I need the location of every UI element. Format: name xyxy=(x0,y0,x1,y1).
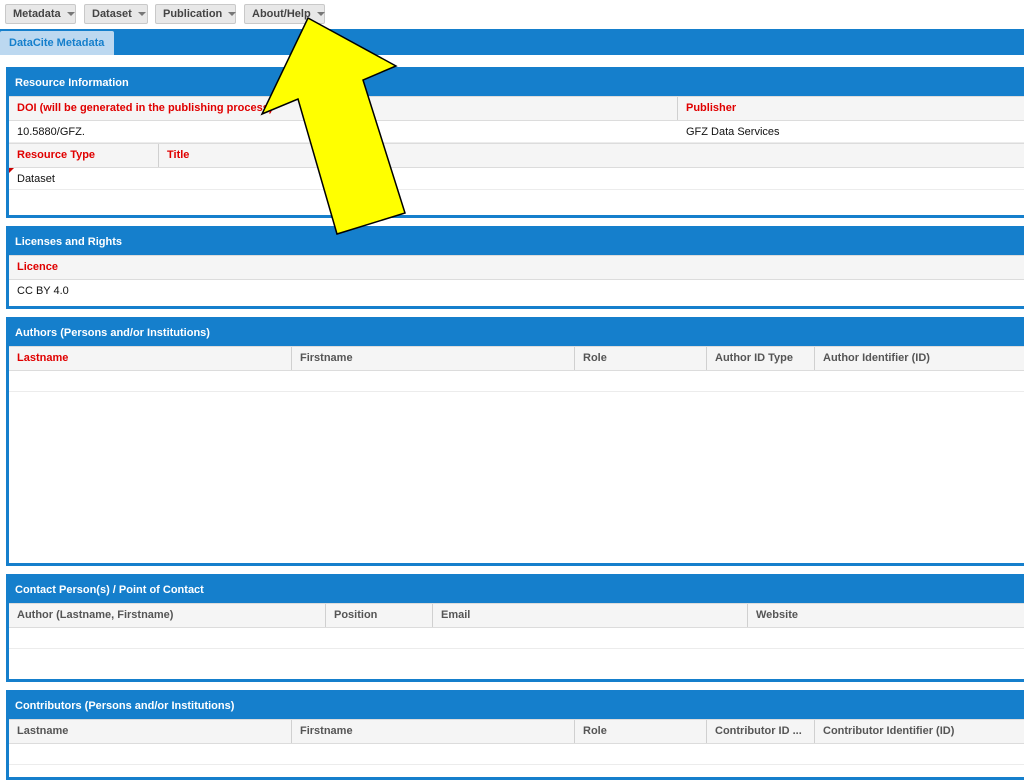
doi-cell[interactable]: 10.5880/GFZ. xyxy=(9,121,85,143)
tab-datacite-metadata[interactable]: DataCite Metadata xyxy=(0,31,114,55)
publication-menu-label: Publication xyxy=(163,8,223,20)
publication-menu-button[interactable]: Publication xyxy=(155,4,237,24)
column-header-email[interactable]: Email xyxy=(433,604,748,627)
column-header-author-identifier[interactable]: Author Identifier (ID) xyxy=(815,347,1024,370)
column-header-lastname[interactable]: Lastname xyxy=(9,347,292,370)
chevron-down-icon xyxy=(316,12,325,17)
contributors-panel: Contributors (Persons and/or Institution… xyxy=(6,690,1024,780)
column-header-firstname[interactable]: Firstname xyxy=(292,347,575,370)
column-header-contributor-identifier[interactable]: Contributor Identifier (ID) xyxy=(815,720,1024,743)
resource-information-panel: Resource Information DOI (will be genera… xyxy=(6,67,1024,218)
grid-header-row: Author (Lastname, Firstname) Position Em… xyxy=(9,603,1024,628)
table-row[interactable]: Dataset xyxy=(9,168,1024,190)
grid-header-row: Lastname Firstname Role Author ID Type A… xyxy=(9,346,1024,371)
table-row[interactable] xyxy=(9,744,1024,765)
licenses-rights-panel: Licenses and Rights Licence CC BY 4.0 xyxy=(6,226,1024,309)
column-header-lastname[interactable]: Lastname xyxy=(9,720,292,743)
column-header-contributor-id-type[interactable]: Contributor ID ... xyxy=(707,720,815,743)
column-header-position[interactable]: Position xyxy=(326,604,433,627)
resource-type-cell[interactable]: Dataset xyxy=(9,168,55,190)
grid-header-row: Lastname Firstname Role Contributor ID .… xyxy=(9,719,1024,744)
column-header-publisher[interactable]: Publisher xyxy=(678,97,1024,120)
table-row[interactable]: 10.5880/GFZ. GFZ Data Services xyxy=(9,121,1024,143)
tab-divider xyxy=(0,55,1024,58)
publisher-cell[interactable]: GFZ Data Services xyxy=(678,121,780,143)
grid-header-row: DOI (will be generated in the publishing… xyxy=(9,96,1024,121)
metadata-menu-button[interactable]: Metadata xyxy=(5,4,76,24)
dataset-menu-button[interactable]: Dataset xyxy=(84,4,148,24)
column-header-licence[interactable]: Licence xyxy=(9,256,1024,279)
contact-person-panel: Contact Person(s) / Point of Contact Aut… xyxy=(6,574,1024,682)
dataset-menu-label: Dataset xyxy=(92,8,132,20)
chevron-down-icon xyxy=(66,12,75,17)
panel-title: Resource Information xyxy=(9,70,1024,96)
column-header-website[interactable]: Website xyxy=(748,604,1024,627)
column-header-author-name[interactable]: Author (Lastname, Firstname) xyxy=(9,604,326,627)
column-header-role[interactable]: Role xyxy=(575,347,707,370)
panel-title: Contact Person(s) / Point of Contact xyxy=(9,577,1024,603)
chevron-down-icon xyxy=(137,12,146,17)
panel-title: Contributors (Persons and/or Institution… xyxy=(9,693,1024,719)
tab-strip: DataCite Metadata xyxy=(0,29,1024,55)
column-header-resource-type[interactable]: Resource Type xyxy=(9,144,159,167)
metadata-menu-label: Metadata xyxy=(13,8,61,20)
table-row[interactable] xyxy=(9,628,1024,649)
column-header-doi[interactable]: DOI (will be generated in the publishing… xyxy=(9,97,678,120)
about-help-menu-label: About/Help xyxy=(252,8,311,20)
licence-cell[interactable]: CC BY 4.0 xyxy=(9,280,69,302)
about-help-menu-button[interactable]: About/Help xyxy=(244,4,325,24)
chevron-down-icon xyxy=(228,12,237,17)
authors-panel: Authors (Persons and/or Institutions) La… xyxy=(6,317,1024,566)
menu-bar: Metadata Dataset Publication About/Help xyxy=(0,0,1024,29)
column-header-title[interactable]: Title xyxy=(159,144,1024,167)
table-row[interactable]: CC BY 4.0 xyxy=(9,280,1024,302)
grid-header-row: Licence xyxy=(9,255,1024,280)
table-row[interactable] xyxy=(9,371,1024,392)
grid-header-row: Resource Type Title xyxy=(9,143,1024,168)
column-header-author-id-type[interactable]: Author ID Type xyxy=(707,347,815,370)
column-header-role[interactable]: Role xyxy=(575,720,707,743)
panel-title: Authors (Persons and/or Institutions) xyxy=(9,320,1024,346)
panel-title: Licenses and Rights xyxy=(9,229,1024,255)
column-header-firstname[interactable]: Firstname xyxy=(292,720,575,743)
